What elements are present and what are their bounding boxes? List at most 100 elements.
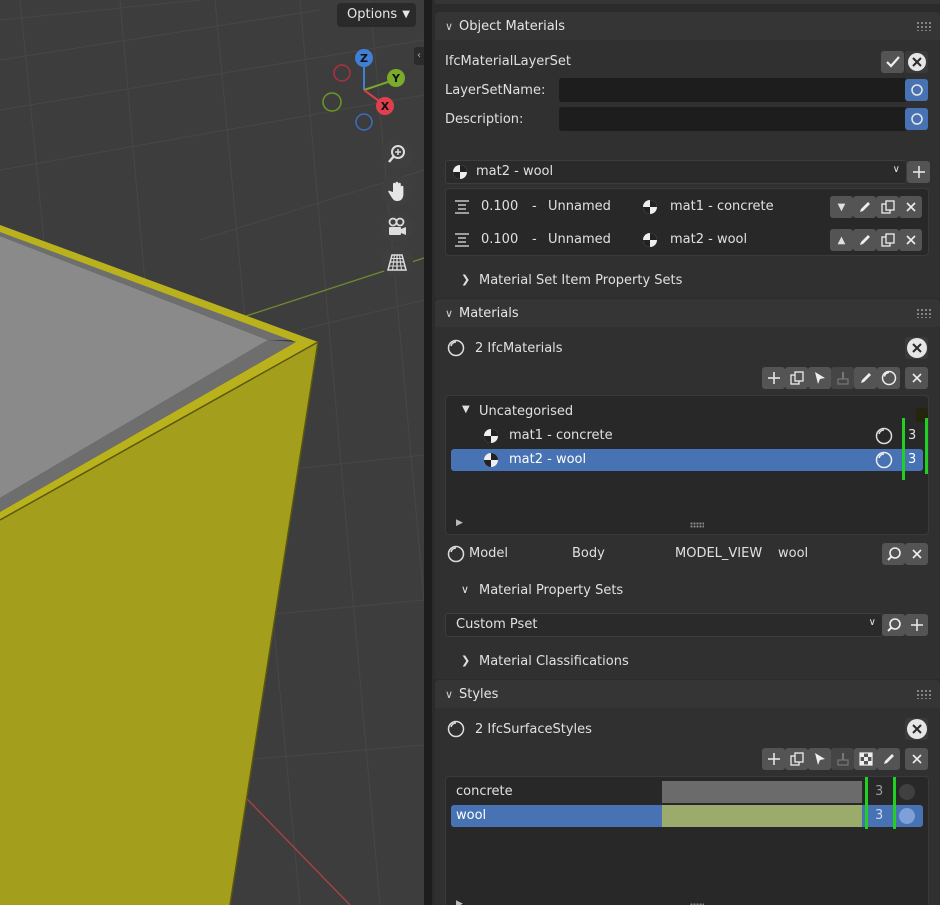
edit-layer-button[interactable] [853, 229, 876, 251]
pan-button[interactable] [381, 176, 413, 206]
select-by-material-button[interactable] [808, 367, 831, 389]
confirm-button[interactable] [881, 51, 904, 73]
add-material-button[interactable] [907, 161, 930, 183]
remove-style-button[interactable] [905, 543, 928, 565]
material-psets-subpanel[interactable]: ∨ Material Property Sets [461, 581, 761, 601]
camera-icon [388, 217, 406, 235]
duplicate-style-button[interactable] [785, 748, 808, 770]
chevron-right-icon: ❯ [461, 654, 471, 667]
search-pset-button[interactable] [882, 614, 905, 636]
zoom-icon [388, 145, 405, 163]
add-style-button[interactable] [762, 748, 785, 770]
brush-button[interactable] [831, 367, 854, 389]
search-icon [886, 618, 901, 632]
layer-set-name-field[interactable] [559, 78, 907, 102]
material-sphere-icon [643, 233, 657, 247]
duplicate-layer-button[interactable] [876, 229, 899, 251]
style-list-item[interactable]: concrete 3 [451, 781, 923, 803]
style-color-swatch[interactable] [662, 781, 862, 803]
triangle-right-icon[interactable]: ▶ [456, 899, 463, 905]
camera-button[interactable] [381, 212, 413, 242]
brush-button[interactable] [831, 748, 854, 770]
styles-header[interactable]: ∨ Styles [435, 680, 940, 708]
cancel-button[interactable] [905, 51, 928, 73]
layer-thickness: 0.100 [481, 232, 519, 247]
drag-grip-icon[interactable] [916, 689, 932, 699]
remove-style-button[interactable] [905, 748, 928, 770]
zoom-button[interactable] [381, 139, 413, 169]
remove-layer-button[interactable] [899, 229, 922, 251]
object-materials-header[interactable]: ∨ Object Materials [435, 12, 940, 40]
layer-row[interactable]: 0.100 - Unnamed mat2 - wool ▲ [446, 226, 928, 254]
style-status-dot[interactable] [899, 808, 915, 824]
close-circle-icon [906, 719, 927, 739]
move-down-button[interactable]: ▼ [830, 196, 853, 218]
material-icon [875, 427, 893, 445]
3d-viewport[interactable]: Z Y X Options ▼ ‹ [0, 0, 424, 905]
style-status-dot[interactable] [899, 784, 915, 800]
description-field[interactable] [559, 107, 907, 131]
remove-layer-button[interactable] [899, 196, 922, 218]
add-material-button[interactable] [762, 367, 785, 389]
material-icon [875, 451, 893, 469]
representation-context: Model [469, 546, 509, 561]
material-classifications-subpanel[interactable]: ❯ Material Classifications [461, 652, 761, 672]
pencil-icon [859, 202, 870, 212]
pset-template-select[interactable]: Custom Pset ∨ [445, 613, 883, 637]
perspective-toggle-button[interactable] [381, 247, 413, 277]
layer-icon [455, 200, 469, 214]
style-list-item-selected[interactable]: wool 3 [451, 805, 923, 827]
category-row[interactable]: ▼ Uncategorised [454, 402, 754, 422]
material-sphere-icon [484, 429, 498, 443]
layer-set-name-toggle[interactable] [905, 79, 928, 101]
close-materials-button[interactable] [905, 337, 928, 359]
object-materials-title: Object Materials [459, 18, 566, 34]
duplicate-layer-button[interactable] [876, 196, 899, 218]
materials-title: Materials [459, 305, 519, 321]
duplicate-material-button[interactable] [785, 367, 808, 389]
move-up-button[interactable]: ▲ [830, 229, 853, 251]
close-styles-button[interactable] [905, 718, 928, 740]
material-shading-button[interactable] [877, 367, 900, 389]
resize-grip-icon[interactable] [690, 522, 704, 528]
add-pset-button[interactable] [905, 614, 928, 636]
sidebar-toggle-handle[interactable]: ‹ [414, 47, 424, 65]
layer-material: mat2 - wool [670, 232, 748, 247]
texture-button[interactable] [854, 748, 877, 770]
axis-gizmo[interactable]: Z Y X [322, 49, 405, 131]
style-color-swatch[interactable] [662, 805, 862, 827]
close-icon [911, 549, 922, 559]
item-psets-subpanel[interactable]: ❯ Material Set Item Property Sets [461, 270, 761, 292]
select-by-style-button[interactable] [808, 748, 831, 770]
material-item-count: 3 [908, 428, 917, 443]
area-divider[interactable] [424, 0, 432, 905]
triangle-down-icon: ▼ [462, 404, 470, 415]
description-toggle[interactable] [905, 108, 928, 130]
triangle-right-icon[interactable]: ▶ [456, 518, 463, 528]
drag-grip-icon[interactable] [916, 21, 932, 31]
edit-material-button[interactable] [854, 367, 877, 389]
chevron-right-icon: ❯ [461, 273, 471, 286]
edit-layer-button[interactable] [853, 196, 876, 218]
category-label: Uncategorised [479, 404, 574, 419]
chevron-down-icon: ∨ [445, 687, 454, 701]
layers-list: 0.100 - Unnamed mat1 - concrete ▼ 0.100 … [445, 188, 929, 256]
edit-style-button[interactable] [877, 748, 900, 770]
layer-name: Unnamed [548, 232, 611, 247]
material-item-name: mat2 - wool [509, 452, 587, 467]
material-set-type: IfcMaterialLayerSet [445, 54, 571, 69]
panel-header-clipped [435, 0, 940, 4]
options-dropdown[interactable]: Options ▼ [337, 3, 416, 27]
material-classifications-label: Material Classifications [479, 654, 629, 669]
find-style-button[interactable] [882, 543, 905, 565]
materials-header[interactable]: ∨ Materials [435, 299, 940, 327]
material-list-item[interactable]: mat1 - concrete 3 [451, 425, 923, 447]
remove-material-button[interactable] [905, 367, 928, 389]
material-list-item-selected[interactable]: mat2 - wool 3 [451, 449, 923, 471]
brush-icon [836, 753, 849, 766]
drag-grip-icon[interactable] [916, 308, 932, 318]
material-select[interactable]: mat2 - wool ∨ [445, 160, 907, 184]
representation-target-view: MODEL_VIEW [675, 546, 763, 561]
material-sphere-icon [453, 165, 467, 179]
layer-row[interactable]: 0.100 - Unnamed mat1 - concrete ▼ [446, 193, 928, 221]
